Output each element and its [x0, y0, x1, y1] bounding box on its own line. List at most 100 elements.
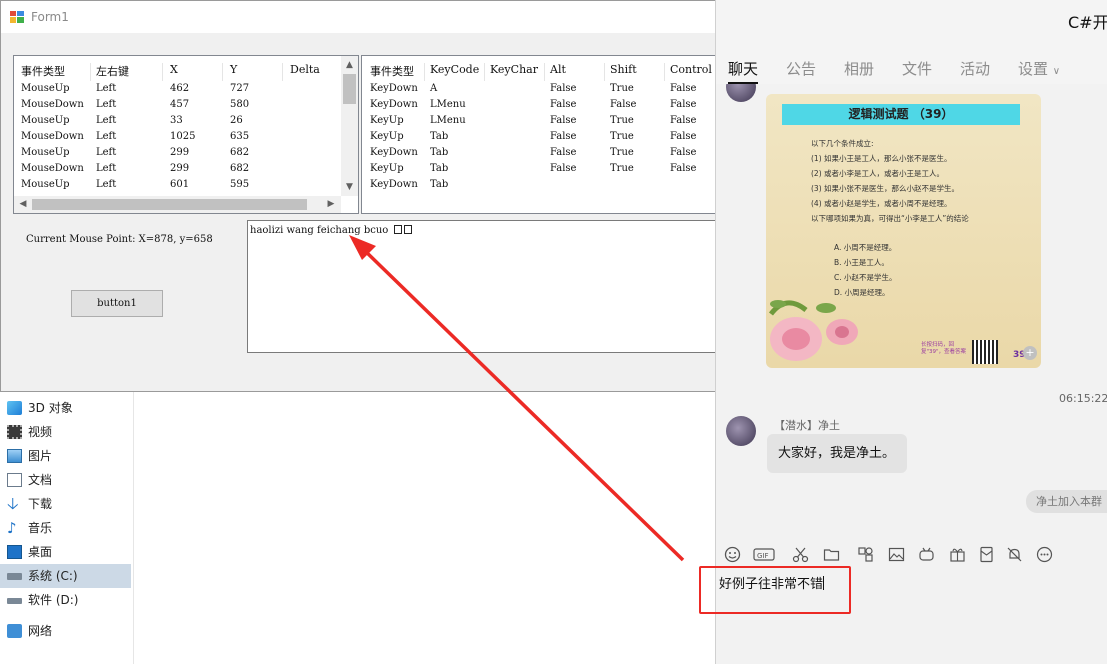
- desktop-icon: [7, 545, 22, 559]
- poster-text-line: 以下哪项如果为真，可得出“小李是工人”的结论: [811, 214, 969, 223]
- chat-tabs: 聊天 公告 相册 文件 活动 设置 ∨: [716, 56, 1107, 85]
- poster-text-line: 以下几个条件成立:: [811, 139, 874, 148]
- nav-item-documents[interactable]: 文档: [0, 468, 131, 492]
- scrollbar-thumb[interactable]: [32, 199, 307, 210]
- explorer-window: 3D 对象 视频 图片 文档 🡣 下载 ♪ 音乐 桌面 系统 (C:) 软件 (…: [0, 390, 716, 664]
- scissors-icon[interactable]: [792, 546, 809, 563]
- chat-header: C#开 聊天 公告 相册 文件 活动 设置 ∨: [716, 0, 1107, 90]
- mouse-point-label: Current Mouse Point: X=878, y=658: [26, 234, 213, 245]
- column-header[interactable]: KeyCode: [430, 63, 479, 76]
- screen: 3D 对象 视频 图片 文档 🡣 下载 ♪ 音乐 桌面 系统 (C:) 软件 (…: [0, 0, 1107, 664]
- downloads-icon: 🡣: [7, 494, 19, 513]
- collection-icon[interactable]: [857, 546, 874, 563]
- annotation-rectangle: [699, 566, 851, 614]
- notification-off-icon[interactable]: [1006, 546, 1023, 563]
- gift-icon[interactable]: [949, 546, 966, 563]
- form-app-icon: [10, 11, 24, 23]
- group-title: C#开: [1068, 13, 1107, 32]
- column-header[interactable]: 事件类型: [21, 63, 65, 79]
- image-message[interactable]: 逻辑测试题 （39） 以下几个条件成立: (1) 如果小王是工人，那么小张不是医…: [766, 94, 1041, 368]
- nav-item-label: 下载: [28, 497, 53, 511]
- game-icon[interactable]: [918, 546, 935, 563]
- scroll-right-arrow-icon[interactable]: ▶: [324, 197, 338, 211]
- column-header[interactable]: Control: [670, 63, 712, 76]
- nav-item-music[interactable]: ♪ 音乐: [0, 516, 131, 540]
- horizontal-scrollbar[interactable]: ◀ ▶: [14, 196, 341, 213]
- scroll-up-arrow-icon[interactable]: ▲: [341, 58, 358, 72]
- music-icon: ♪: [7, 519, 17, 537]
- drive-icon: [7, 573, 22, 580]
- column-header[interactable]: KeyChar: [490, 63, 538, 76]
- nav-item-videos[interactable]: 视频: [0, 420, 131, 444]
- emoji-icon[interactable]: [724, 546, 741, 563]
- more-icon[interactable]: [1036, 546, 1053, 563]
- column-header[interactable]: Delta: [290, 63, 320, 76]
- documents-icon: [7, 473, 22, 487]
- output-textbox[interactable]: haolizi wang feichang bcuo: [247, 220, 717, 353]
- nav-item-3d-objects[interactable]: 3D 对象: [0, 396, 131, 420]
- column-header[interactable]: Shift: [610, 63, 637, 76]
- message-timestamp: 06:15:22: [1059, 392, 1107, 405]
- nav-item-label: 软件 (D:): [28, 593, 79, 607]
- nav-item-drive-d[interactable]: 软件 (D:): [0, 588, 131, 612]
- poster-title: 逻辑测试题 （39）: [782, 104, 1020, 125]
- svg-text:GIF: GIF: [757, 552, 769, 560]
- button1[interactable]: button1: [71, 290, 163, 317]
- nav-item-downloads[interactable]: 🡣 下载: [0, 492, 131, 516]
- avatar[interactable]: [726, 416, 756, 446]
- 3d-objects-icon: [7, 401, 22, 415]
- message-bubble[interactable]: 大家好，我是净土。: [767, 434, 907, 473]
- form-title: Form1: [31, 10, 69, 24]
- image-icon[interactable]: [888, 546, 905, 563]
- flowers-decoration-icon: [769, 300, 858, 361]
- avatar[interactable]: [726, 84, 756, 102]
- poster-text-line: (3) 如果小张不是医生，那么小赵不是学生。: [811, 184, 960, 193]
- tab-settings[interactable]: 设置 ∨: [1018, 58, 1060, 79]
- message-list[interactable]: 逻辑测试题 （39） 以下几个条件成立: (1) 如果小王是工人，那么小张不是医…: [716, 84, 1107, 532]
- column-header[interactable]: Alt: [550, 63, 566, 76]
- nav-item-desktop[interactable]: 桌面: [0, 540, 131, 564]
- tab-album[interactable]: 相册: [844, 58, 874, 79]
- folder-icon[interactable]: [823, 546, 840, 563]
- video-icon: [7, 425, 22, 439]
- key-list-header: 事件类型 KeyCode KeyChar Alt Shift Control: [362, 60, 718, 81]
- column-header[interactable]: Y: [230, 63, 237, 76]
- poster-text-line: (2) 或者小李是工人，或者小王是工人。: [811, 169, 945, 178]
- poster-option: C. 小赵不是学生。: [834, 273, 897, 282]
- mouse-events-list[interactable]: 事件类型 左右键 X Y Delta MouseUp Left 462 727 Mou…: [13, 55, 359, 214]
- nav-item-label: 文档: [28, 473, 53, 487]
- tab-files[interactable]: 文件: [902, 58, 932, 79]
- form-titlebar[interactable]: Form1: [1, 1, 715, 33]
- nav-item-label: 图片: [28, 449, 53, 463]
- chevron-down-icon: ∨: [1052, 66, 1061, 77]
- drive-icon: [7, 598, 22, 604]
- nav-item-label: 3D 对象: [28, 401, 73, 415]
- vertical-scrollbar[interactable]: ▲ ▼: [341, 56, 358, 196]
- poster-note: 长按扫码，回复"39"，查看答案: [921, 342, 967, 355]
- tab-chat[interactable]: 聊天: [728, 58, 758, 79]
- poster-text-line: (1) 如果小王是工人，那么小张不是医生。: [811, 154, 952, 163]
- scroll-left-arrow-icon[interactable]: ◀: [16, 197, 30, 211]
- nav-item-network[interactable]: 网络: [0, 619, 131, 643]
- poster-option: B. 小王是工人。: [834, 258, 889, 267]
- nav-item-label: 网络: [28, 624, 53, 638]
- key-events-list[interactable]: 事件类型 KeyCode KeyChar Alt Shift Control K…: [361, 55, 717, 214]
- tab-announcements[interactable]: 公告: [786, 58, 816, 79]
- scroll-down-arrow-icon[interactable]: ▼: [341, 180, 358, 194]
- column-header[interactable]: 事件类型: [370, 63, 414, 79]
- nav-item-label: 音乐: [28, 521, 53, 535]
- scrollbar-thumb[interactable]: [343, 74, 356, 104]
- sender-name[interactable]: 【潜水】净土: [774, 417, 840, 433]
- nav-item-pictures[interactable]: 图片: [0, 444, 131, 468]
- nav-item-drive-c[interactable]: 系统 (C:): [0, 564, 131, 588]
- column-header[interactable]: X: [170, 63, 178, 76]
- gif-icon[interactable]: GIF: [753, 546, 775, 563]
- nav-item-label: 桌面: [28, 545, 53, 559]
- red-envelope-icon[interactable]: [978, 546, 995, 563]
- missing-glyph-box-icon: [403, 225, 412, 234]
- missing-glyph-box-icon: [393, 225, 402, 234]
- column-header[interactable]: 左右键: [96, 63, 129, 79]
- tab-activities[interactable]: 活动: [960, 58, 990, 79]
- zoom-in-icon[interactable]: +: [1023, 346, 1037, 360]
- poster-option: A. 小周不是经理。: [834, 243, 897, 252]
